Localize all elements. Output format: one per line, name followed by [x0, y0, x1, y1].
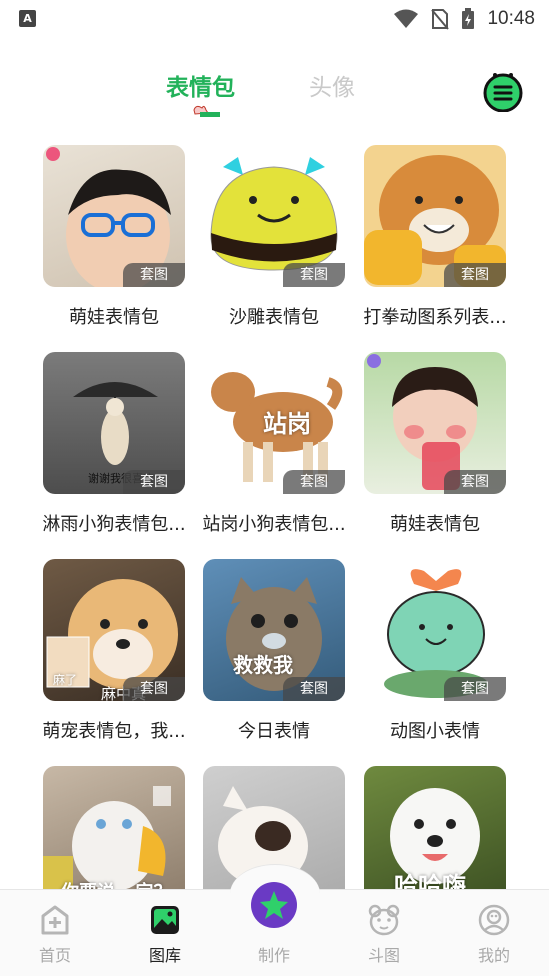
- pack-thumbnail: 套图: [364, 145, 506, 287]
- nav-home[interactable]: 首页: [20, 890, 90, 976]
- thumb-caption: 站岗: [263, 410, 311, 438]
- battery-icon: [462, 8, 475, 29]
- pack-card[interactable]: 套图 动图小表情: [355, 559, 515, 759]
- tab-avatars[interactable]: 头像: [309, 68, 355, 102]
- set-badge: 套图: [123, 470, 185, 494]
- wifi-icon: [394, 9, 419, 28]
- pack-thumbnail: 站岗 套图: [203, 352, 345, 494]
- pack-title: 打拳动图系列表...: [363, 307, 507, 328]
- tab-emoji-packs[interactable]: 表情包: [166, 68, 235, 102]
- pack-card[interactable]: 救救我 套图 今日表情: [194, 559, 354, 759]
- pack-thumbnail: 谢谢我很喜欢 套图: [43, 352, 185, 494]
- set-badge: 套图: [283, 677, 345, 701]
- pack-card[interactable]: 套图 沙雕表情包: [194, 145, 354, 345]
- home-plus-icon: [41, 905, 69, 935]
- pack-card[interactable]: 套图 打拳动图系列表...: [355, 145, 515, 345]
- nav-profile[interactable]: 我的: [459, 890, 529, 976]
- pack-title: 萌娃表情包: [69, 307, 159, 328]
- nav-label: 斗图: [367, 946, 400, 965]
- tab-indicator-icon: [193, 105, 220, 117]
- nav-label: 图库: [148, 946, 181, 965]
- pack-card[interactable]: 套图 萌娃表情包: [355, 352, 515, 552]
- nav-battle[interactable]: 斗图: [349, 890, 419, 976]
- nav-label: 首页: [38, 946, 71, 965]
- pack-thumbnail: 你要说...定？: [43, 766, 185, 908]
- set-badge: 套图: [283, 470, 345, 494]
- pack-card[interactable]: 站岗 套图 站岗小狗表情包...: [194, 352, 354, 552]
- nav-label: 制作: [257, 946, 290, 965]
- pack-title: 今日表情: [238, 721, 310, 742]
- pack-card[interactable]: 套图 萌娃表情包: [34, 145, 194, 345]
- set-badge: 套图: [123, 677, 185, 701]
- nav-make[interactable]: 制作: [239, 882, 309, 976]
- pack-title: 站岗小狗表情包...: [202, 514, 346, 535]
- nav-gallery[interactable]: 图库: [130, 890, 200, 976]
- pack-thumbnail: 套图: [364, 352, 506, 494]
- pack-thumbnail: 麻了 麻中真 套图: [43, 559, 185, 701]
- nav-label: 我的: [477, 946, 510, 965]
- pack-thumbnail: 救救我 套图: [203, 559, 345, 701]
- status-right-group: 10:48: [393, 6, 535, 32]
- set-badge: 套图: [444, 677, 506, 701]
- header: 表情包 头像: [0, 60, 549, 124]
- pack-thumbnail: 套图: [364, 559, 506, 701]
- pack-card[interactable]: 谢谢我很喜欢 套图 淋雨小狗表情包...: [34, 352, 194, 552]
- pack-thumbnail: 套图: [43, 145, 185, 287]
- pack-title: 动图小表情: [390, 721, 480, 742]
- make-icon: [251, 882, 297, 928]
- status-bar: A 10:48: [0, 0, 549, 38]
- set-badge: 套图: [444, 470, 506, 494]
- profile-icon: [478, 904, 510, 936]
- no-sim-icon: [431, 9, 450, 30]
- set-badge: 套图: [123, 263, 185, 287]
- pack-title: 萌宠表情包，我...: [42, 721, 186, 742]
- gallery-icon: [151, 906, 179, 934]
- pack-title: 淋雨小狗表情包...: [42, 514, 186, 535]
- thumb-small-caption: 麻了: [53, 673, 78, 687]
- pack-title: 萌娃表情包: [390, 514, 480, 535]
- thumb-caption: 救救我: [233, 653, 293, 677]
- pack-card[interactable]: 麻了 麻中真 套图 萌宠表情包，我...: [34, 559, 194, 759]
- app-notification-icon: A: [19, 10, 36, 27]
- status-time: 10:48: [487, 8, 535, 29]
- pack-title: 沙雕表情包: [229, 307, 319, 328]
- bottom-navigation: 首页 图库 制作 斗图 我的: [0, 864, 549, 976]
- pack-thumbnail: 哈哈嗨: [364, 766, 506, 908]
- pack-thumbnail: 套图: [203, 145, 345, 287]
- set-badge: 套图: [444, 263, 506, 287]
- menu-button[interactable]: [482, 70, 524, 112]
- bear-icon: [368, 904, 400, 936]
- set-badge: 套图: [283, 263, 345, 287]
